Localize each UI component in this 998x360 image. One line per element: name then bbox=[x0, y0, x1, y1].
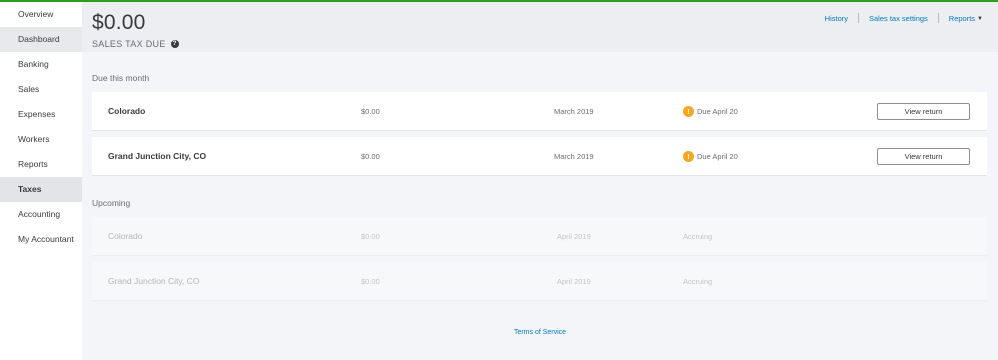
sidebar-item-my-accountant[interactable]: My Accountant bbox=[0, 227, 82, 252]
agency-name: Grand Junction City, CO bbox=[108, 151, 207, 161]
tax-amount: $0.00 bbox=[361, 232, 380, 241]
tax-amount: $0.00 bbox=[361, 107, 380, 116]
accruing-status: Accruing bbox=[683, 277, 713, 286]
sidebar-item-workers[interactable]: Workers bbox=[0, 127, 82, 152]
agency-name: Colorado bbox=[108, 231, 143, 241]
tax-amount: $0.00 bbox=[361, 277, 380, 286]
history-link[interactable]: History bbox=[825, 14, 848, 23]
upcoming-heading: Upcoming bbox=[92, 198, 131, 208]
help-icon[interactable]: ? bbox=[170, 40, 179, 48]
sidebar-item-sales[interactable]: Sales bbox=[0, 77, 82, 102]
agency-name: Grand Junction City, CO bbox=[108, 276, 200, 286]
tax-period: April 2019 bbox=[557, 277, 591, 286]
sales-tax-header: $0.00 SALES TAX DUE ? History Sales tax … bbox=[82, 2, 998, 52]
view-return-button[interactable]: View return bbox=[877, 103, 970, 120]
header-links: History Sales tax settings Reports ▼ bbox=[825, 13, 983, 23]
sales-tax-due-amount: $0.00 bbox=[92, 11, 146, 34]
accruing-status: Accruing bbox=[683, 232, 713, 241]
upcoming-row: Colorado $0.00 April 2019 Accruing bbox=[92, 217, 987, 256]
due-status-text: Due April 20 bbox=[697, 107, 738, 116]
due-status: ! Due April 20 bbox=[683, 92, 738, 131]
due-status-text: Due April 20 bbox=[697, 152, 738, 161]
sidebar-item-accounting[interactable]: Accounting bbox=[0, 202, 82, 227]
link-divider bbox=[858, 13, 859, 23]
sidebar-item-banking[interactable]: Banking bbox=[0, 52, 82, 77]
footer: Terms of Service bbox=[0, 329, 998, 336]
sales-tax-due-label-text: SALES TAX DUE bbox=[92, 39, 166, 49]
tax-period: April 2019 bbox=[557, 232, 591, 241]
tax-return-row: Grand Junction City, CO $0.00 March 2019… bbox=[92, 137, 987, 176]
sidebar-item-overview[interactable]: Overview bbox=[0, 2, 82, 27]
sales-tax-settings-link[interactable]: Sales tax settings bbox=[869, 14, 928, 23]
tax-amount: $0.00 bbox=[361, 152, 380, 161]
tax-period: March 2019 bbox=[554, 107, 594, 116]
view-return-button[interactable]: View return bbox=[877, 148, 970, 165]
sidebar-item-expenses[interactable]: Expenses bbox=[0, 102, 82, 127]
upcoming-row: Grand Junction City, CO $0.00 April 2019… bbox=[92, 262, 987, 301]
tax-period: March 2019 bbox=[554, 152, 594, 161]
sales-tax-due-label: SALES TAX DUE ? bbox=[92, 39, 179, 49]
sidebar-item-taxes[interactable]: Taxes bbox=[0, 177, 82, 202]
warning-icon: ! bbox=[683, 151, 694, 162]
link-divider bbox=[937, 13, 939, 23]
due-status: ! Due April 20 bbox=[683, 137, 738, 176]
due-this-month-heading: Due this month bbox=[92, 73, 150, 83]
reports-dropdown[interactable]: Reports ▼ bbox=[949, 14, 983, 23]
sidebar-item-reports[interactable]: Reports bbox=[0, 152, 82, 177]
agency-name: Colorado bbox=[108, 106, 146, 116]
tax-return-row: Colorado $0.00 March 2019 ! Due April 20… bbox=[92, 92, 987, 131]
sidebar-nav: Overview Dashboard Banking Sales Expense… bbox=[0, 2, 82, 360]
reports-dropdown-label: Reports bbox=[948, 13, 976, 23]
chevron-down-icon: ▼ bbox=[977, 15, 983, 22]
terms-of-service-link[interactable]: Terms of Service bbox=[514, 329, 566, 336]
warning-icon: ! bbox=[683, 106, 694, 117]
sidebar-item-dashboard[interactable]: Dashboard bbox=[0, 27, 82, 52]
